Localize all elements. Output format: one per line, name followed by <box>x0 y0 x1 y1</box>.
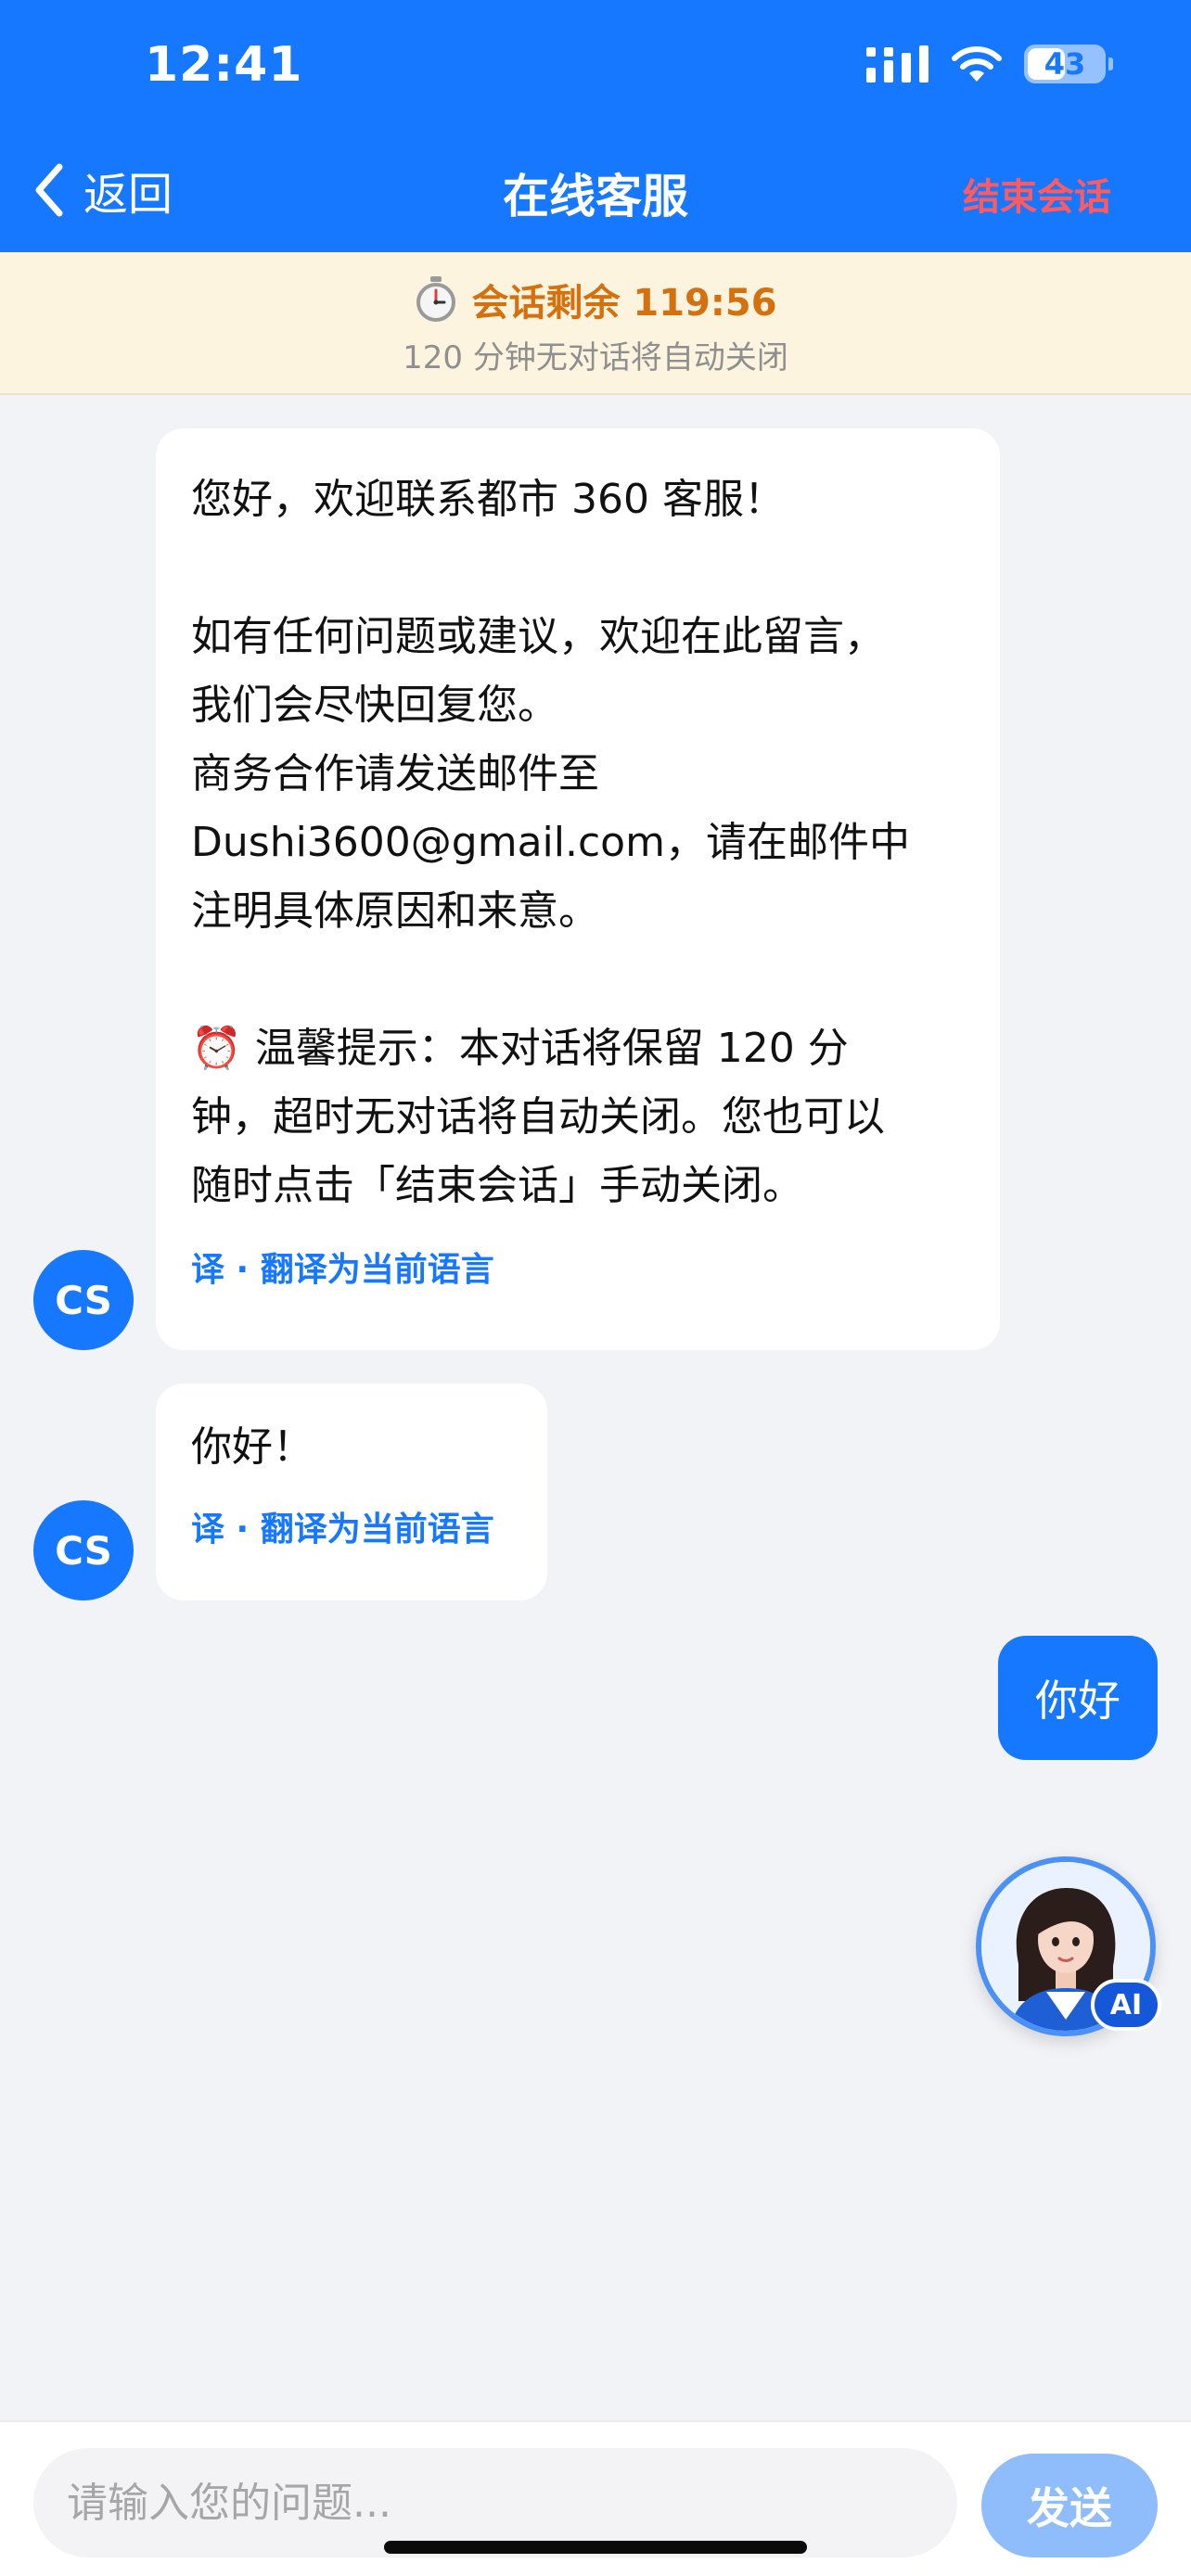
session-timeout-note: 120 分钟无对话将自动关闭 <box>403 339 788 376</box>
translate-link[interactable]: 译 · 翻译为当前语言 <box>191 1243 965 1291</box>
message-text: 你好！ <box>191 1423 314 1471</box>
ai-badge: AI <box>1091 1979 1161 2031</box>
battery-level: 43 <box>1044 46 1086 82</box>
chat-screen: 12:41 43 返回 在线客服 结束会话 会话剩余 119:56 120 分钟… <box>0 0 1191 2576</box>
cellular-signal-icon <box>866 45 928 83</box>
status-time: 12:41 <box>145 37 303 93</box>
stopwatch-icon <box>416 276 456 322</box>
send-button[interactable]: 发送 <box>981 2454 1158 2557</box>
battery-icon: 43 <box>1024 45 1113 83</box>
session-banner: 会话剩余 119:56 120 分钟无对话将自动关闭 <box>0 252 1191 395</box>
home-indicator <box>384 2541 807 2554</box>
agent-avatar: CS <box>33 1250 134 1350</box>
session-timer: 会话剩余 119:56 <box>471 282 777 325</box>
translate-link[interactable]: 译 · 翻译为当前语言 <box>191 1502 512 1550</box>
status-icons: 43 <box>866 45 1113 83</box>
header: 12:41 43 返回 在线客服 结束会话 <box>0 0 1191 252</box>
wifi-icon <box>952 46 1002 82</box>
message-bubble-incoming: 你好！ 译 · 翻译为当前语言 <box>156 1384 547 1600</box>
end-session-button[interactable]: 结束会话 <box>963 167 1111 221</box>
agent-avatar: CS <box>33 1500 134 1600</box>
message-text: 您好，欢迎联系都市 360 客服！ 如有任何问题或建议，欢迎在此留言， 我们会尽… <box>191 476 910 1209</box>
message-bubble-outgoing: 你好 <box>998 1636 1158 1760</box>
message-bubble-incoming: 您好，欢迎联系都市 360 客服！ 如有任何问题或建议，欢迎在此留言， 我们会尽… <box>156 428 1000 1350</box>
